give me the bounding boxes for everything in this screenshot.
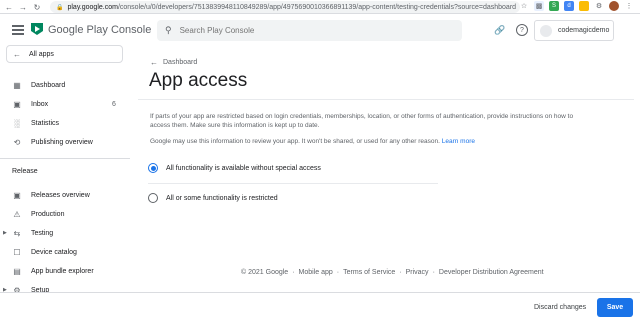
search-bar[interactable]: ⚲ (157, 20, 462, 41)
reload-icon[interactable]: ↻ (31, 1, 43, 13)
sidebar-item-label: Releases overview (31, 191, 90, 199)
sidebar-item-publishing-overview[interactable]: ⟲ Publishing overview (0, 134, 130, 150)
more-vert-icon[interactable]: ⋮ (624, 1, 634, 11)
play-console-logo (31, 23, 43, 35)
footer-separator: · (336, 269, 340, 276)
sidebar-item-inbox[interactable]: ▣ Inbox 6 (0, 96, 130, 112)
sidebar-item-label: Inbox (31, 100, 49, 108)
copyright: © 2021 Google (241, 269, 289, 276)
sidebar-item-releases-overview[interactable]: ▣ Releases overview (0, 187, 130, 203)
inbox-icon: ▣ (13, 99, 21, 109)
sidebar-item-device-catalog[interactable]: ☐ Device catalog (0, 244, 130, 260)
option-label: All or some functionality is restricted (166, 194, 278, 202)
search-input[interactable] (179, 26, 440, 35)
sidebar-item-dashboard[interactable]: ▦ Dashboard (0, 77, 130, 93)
avatar (540, 24, 552, 37)
radio-button[interactable] (148, 193, 158, 203)
footer-separator: · (432, 269, 435, 276)
publishing-icon: ⟲ (13, 137, 21, 147)
releases-icon: ▣ (13, 190, 21, 200)
footer-separator: · (399, 269, 402, 276)
sidebar-item-testing[interactable]: ▶ ⇆ Testing (0, 225, 130, 241)
sidebar-item-label: Publishing overview (31, 138, 93, 146)
sidebar-item-label: Testing (31, 229, 54, 237)
sidebar-item-statistics[interactable]: ░ Statistics (0, 115, 130, 131)
arrow-left-icon: ← (150, 58, 158, 67)
star-icon[interactable]: ☆ (519, 1, 529, 11)
sidebar-item-app-bundle-explorer[interactable]: ▤ App bundle explorer (0, 263, 130, 279)
footer-link-dda[interactable]: Developer Distribution Agreement (439, 269, 544, 276)
help-icon[interactable]: ? (516, 24, 528, 36)
sidebar-item-label: Dashboard (31, 81, 66, 89)
account-name: codemagicdemo (558, 27, 610, 34)
sidebar-item-label: App bundle explorer (31, 267, 94, 275)
sidebar-divider (0, 158, 130, 159)
forward-arrow-icon[interactable]: → (17, 1, 29, 13)
back-link-label: Dashboard (163, 59, 198, 66)
review-note-text: Google may use this information to revie… (150, 138, 440, 145)
option-divider (148, 183, 438, 184)
all-apps-label: All apps (29, 50, 54, 58)
option-label: All functionality is available without s… (166, 164, 321, 172)
testing-icon: ⇆ (13, 228, 21, 238)
back-to-dashboard-link[interactable]: ← Dashboard (150, 58, 197, 67)
extension-icon[interactable]: S (549, 1, 559, 11)
option-restricted[interactable]: All or some functionality is restricted (148, 193, 278, 203)
sidebar-item-production[interactable]: ⚠ Production (0, 206, 130, 222)
menu-icon[interactable] (12, 25, 24, 35)
sidebar-item-label: Production (31, 210, 65, 218)
page-description: If parts of your app are restricted base… (150, 113, 574, 129)
extension-icon[interactable]: d (564, 1, 574, 11)
page-footer: © 2021 Google · Mobile app · Terms of Se… (241, 269, 544, 276)
bundle-icon: ▤ (13, 266, 21, 276)
back-arrow-icon[interactable]: ← (3, 1, 15, 13)
production-icon: ⚠ (13, 209, 21, 219)
save-button[interactable]: Save (597, 298, 633, 317)
device-icon: ☐ (13, 247, 21, 257)
sidebar-section-release: Release (12, 168, 38, 175)
lock-icon: 🔒 (56, 4, 64, 11)
page-title: App access (149, 70, 248, 91)
review-note: Google may use this information to revie… (150, 138, 475, 145)
profile-avatar[interactable] (609, 1, 619, 11)
radio-button-selected[interactable] (148, 163, 158, 173)
arrow-left-icon: ← (13, 49, 21, 59)
discard-changes-button[interactable]: Discard changes (534, 304, 586, 311)
browser-toolbar: ← → ↻ 🔒 play.google.com/console/u/0/deve… (0, 0, 640, 14)
footer-separator: · (292, 269, 295, 276)
footer-link-privacy[interactable]: Privacy (406, 269, 429, 276)
footer-link-mobile-app[interactable]: Mobile app (299, 269, 333, 276)
option-no-special-access[interactable]: All functionality is available without s… (148, 163, 321, 173)
title-divider (138, 99, 634, 100)
address-bar[interactable]: 🔒 play.google.com/console/u/0/developers… (50, 1, 520, 13)
url-domain: play.google.com (67, 3, 118, 11)
chevron-right-icon[interactable]: ▶ (3, 230, 7, 236)
extension-icons: ☆ ▩ S d ⚙ ⋮ (519, 1, 634, 11)
puzzle-icon[interactable]: ⚙ (594, 1, 604, 11)
sidebar-item-label: Device catalog (31, 248, 77, 256)
extension-icon[interactable]: ▩ (534, 1, 544, 11)
dashboard-icon: ▦ (13, 80, 21, 90)
sidebar-item-label: Statistics (31, 119, 60, 127)
footer-link-terms[interactable]: Terms of Service (343, 269, 395, 276)
statistics-icon: ░ (14, 118, 20, 128)
extension-icon[interactable] (579, 1, 589, 11)
learn-more-link[interactable]: Learn more (442, 138, 475, 145)
all-apps-button[interactable]: ← All apps (6, 45, 123, 63)
url-path: /console/u/0/developers/7513839948110849… (117, 3, 517, 11)
inbox-count: 6 (112, 100, 116, 108)
brand-title: Google Play Console (48, 24, 152, 36)
link-icon[interactable]: 🔗 (494, 24, 506, 36)
search-icon: ⚲ (165, 25, 172, 35)
account-switcher[interactable]: codemagicdemo (534, 20, 614, 41)
